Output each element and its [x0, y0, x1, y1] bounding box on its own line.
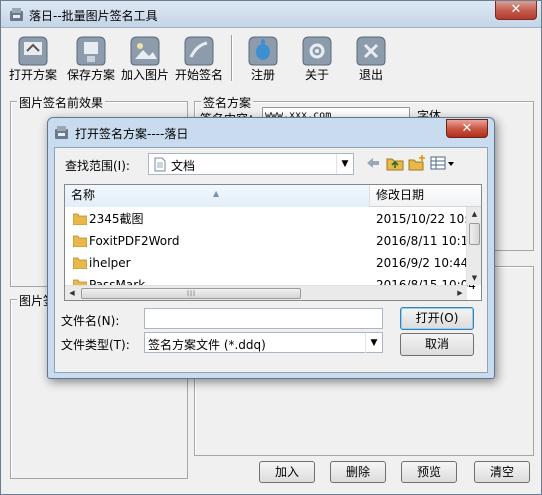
file-name: 2345截图 [89, 212, 144, 226]
preview-button[interactable]: 预览 [401, 461, 457, 483]
save-scheme-icon [76, 36, 106, 66]
toolbar-label: 注册 [250, 68, 275, 82]
toolbar-exit-button[interactable]: 退出 [345, 31, 397, 87]
toolbar-about-button[interactable]: 关于 [291, 31, 343, 87]
scroll-up-icon[interactable]: ▲ [467, 207, 481, 221]
open-scheme-icon [18, 36, 48, 66]
chevron-down-icon[interactable]: ▼ [365, 333, 382, 353]
toolbar-add-image-button[interactable]: 加入图片 [119, 31, 171, 87]
back-arrow-icon[interactable] [364, 154, 382, 172]
file-date: 2016/9/2 10:44 [376, 256, 469, 270]
new-folder-icon[interactable] [408, 154, 426, 172]
clear-button[interactable]: 清空 [474, 461, 530, 483]
column-date-label: 修改日期 [376, 188, 425, 202]
add-button[interactable]: 加入 [259, 461, 315, 483]
file-rows: 2345截图 2015/10/22 10:5 FoxitPDF2Word 201… [65, 208, 476, 296]
scroll-thumb[interactable] [469, 223, 480, 245]
vertical-scrollbar[interactable]: ▲ ▼ [466, 207, 481, 285]
toolbar-separator [231, 35, 233, 81]
list-item[interactable]: 2345截图 2015/10/22 10:5 [65, 208, 476, 230]
toolbar-register-button[interactable]: 注册 [237, 31, 289, 87]
scroll-left-icon[interactable]: ◀ [65, 286, 79, 300]
toolbar-open-scheme-button[interactable]: 打开方案 [7, 31, 59, 87]
filetype-value: 签名方案文件 (*.ddq) [148, 338, 266, 352]
file-name: FoxitPDF2Word [89, 234, 180, 248]
start-sign-icon [184, 36, 214, 66]
toolbar-start-sign-button[interactable]: 开始签名 [173, 31, 225, 87]
toolbar-label: 开始签名 [174, 68, 223, 82]
toolbar-save-scheme-button[interactable]: 保存方案 [65, 31, 117, 87]
filetype-dropdown[interactable]: 签名方案文件 (*.ddq) ▼ [144, 332, 383, 353]
horizontal-scrollbar[interactable]: ◀ ||| ▶ [65, 285, 467, 300]
open-scheme-dialog: 打开签名方案----落日 ✕ 查找范围(I): 文档 ▼ ▲ 名称 修改日期 2… [47, 117, 495, 379]
filename-label: 文件名(N): [61, 314, 120, 328]
documents-icon [154, 157, 166, 172]
toolbar-label: 保存方案 [66, 68, 115, 82]
file-date: 2015/10/22 10:5 [376, 212, 476, 226]
chevron-down-icon[interactable]: ▼ [336, 154, 353, 174]
view-menu-icon[interactable] [430, 154, 456, 172]
scroll-right-icon[interactable]: ▶ [453, 286, 467, 300]
dialog-title-bar[interactable]: 打开签名方案----落日 ✕ [48, 118, 494, 146]
scroll-down-icon[interactable]: ▼ [467, 271, 481, 285]
sort-up-icon: ▲ [213, 189, 220, 198]
dialog-title: 打开签名方案----落日 [75, 127, 189, 141]
register-icon [248, 36, 278, 66]
look-in-label: 查找范围(I): [65, 159, 130, 173]
toolbar-label: 打开方案 [8, 68, 57, 82]
exit-icon [356, 36, 386, 66]
dialog-close-button[interactable]: ✕ [446, 119, 488, 138]
list-item[interactable]: FoxitPDF2Word 2016/8/11 10:15 [65, 230, 476, 252]
file-name: ihelper [89, 256, 131, 270]
file-list-header: ▲ 名称 修改日期 [65, 185, 481, 207]
folder-icon [73, 235, 87, 247]
open-button[interactable]: 打开(O) [400, 307, 474, 330]
app-icon [55, 126, 68, 139]
file-date: 2016/8/11 10:15 [376, 234, 476, 248]
file-list[interactable]: ▲ 名称 修改日期 2345截图 2015/10/22 10:5 FoxitPD… [64, 184, 482, 301]
main-close-button[interactable]: ✕ [495, 1, 537, 20]
column-header-date[interactable]: 修改日期 [371, 185, 481, 207]
scheme-group-title: 签名方案 [201, 94, 254, 111]
filetype-label: 文件类型(T): [61, 338, 130, 352]
list-item[interactable]: ihelper 2016/9/2 10:44 [65, 252, 469, 274]
folder-icon [73, 213, 87, 225]
folder-icon [73, 257, 87, 269]
about-icon [302, 36, 332, 66]
main-toolbar: 打开方案 保存方案 加入图片 开始签名 注册 关于 退出 [5, 31, 539, 87]
add-image-icon [130, 36, 160, 66]
toolbar-label: 关于 [304, 68, 329, 82]
look-in-value: 文档 [171, 159, 196, 173]
up-folder-icon[interactable] [386, 154, 404, 172]
dialog-body: 查找范围(I): 文档 ▼ ▲ 名称 修改日期 2345截图 2015/10/2… [54, 147, 488, 373]
main-title-bar[interactable]: 落日--批量图片签名工具 ✕ [1, 1, 541, 28]
main-window-title: 落日--批量图片签名工具 [29, 9, 158, 23]
preview-group-title: 图片签名前效果 [17, 94, 106, 111]
toolbar-label: 加入图片 [120, 68, 169, 82]
filename-input[interactable] [144, 308, 383, 329]
look-in-dropdown[interactable]: 文档 ▼ [148, 153, 354, 175]
cancel-button[interactable]: 取消 [400, 333, 474, 356]
scroll-grip-icon: ||| [187, 290, 197, 297]
delete-button[interactable]: 删除 [330, 461, 386, 483]
column-header-name[interactable]: ▲ 名称 [65, 185, 370, 207]
app-icon [10, 8, 23, 21]
column-name-label: 名称 [71, 188, 96, 202]
toolbar-label: 退出 [358, 68, 383, 82]
